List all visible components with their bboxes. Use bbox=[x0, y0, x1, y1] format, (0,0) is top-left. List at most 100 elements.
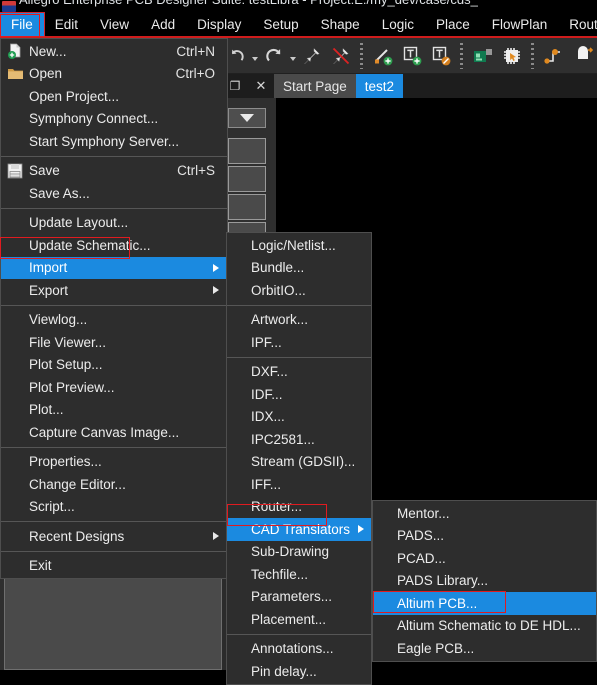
cad-item-mentor-label: Mentor... bbox=[397, 505, 450, 521]
menu-add[interactable]: Add bbox=[140, 13, 186, 36]
menu-shape[interactable]: Shape bbox=[310, 13, 371, 36]
undo-dropdown-caret-icon[interactable] bbox=[251, 41, 260, 71]
unpin-icon[interactable] bbox=[327, 41, 354, 71]
menu-item-properties-label: Properties... bbox=[29, 454, 102, 470]
import-item-bundle[interactable]: Bundle... bbox=[227, 257, 371, 280]
pin-icon[interactable] bbox=[298, 41, 325, 71]
import-item-router[interactable]: Router... bbox=[227, 496, 371, 519]
menu-item-recent-designs[interactable]: Recent Designs bbox=[1, 525, 227, 548]
import-item-parameters[interactable]: Parameters... bbox=[227, 586, 371, 609]
menu-logic[interactable]: Logic bbox=[371, 13, 425, 36]
import-item-pin-delay-label: Pin delay... bbox=[251, 663, 317, 679]
redo-icon[interactable] bbox=[261, 41, 288, 71]
cad-item-pcad[interactable]: PCAD... bbox=[373, 547, 596, 570]
add-line-icon[interactable] bbox=[369, 41, 396, 71]
import-item-logic-netlist[interactable]: Logic/Netlist... bbox=[227, 234, 371, 257]
add-text-icon[interactable] bbox=[398, 41, 425, 71]
cad-item-altium-pcb[interactable]: Altium PCB... bbox=[373, 592, 596, 615]
cad-item-mentor[interactable]: Mentor... bbox=[373, 502, 596, 525]
import-item-idx[interactable]: IDX... bbox=[227, 406, 371, 429]
import-item-cad-translators[interactable]: CAD Translators bbox=[227, 518, 371, 541]
menu-flowplan[interactable]: FlowPlan bbox=[481, 13, 559, 36]
menu-setup[interactable]: Setup bbox=[252, 13, 309, 36]
menu-separator bbox=[227, 633, 371, 635]
submenu-arrow-icon bbox=[213, 286, 219, 295]
menu-item-update-schematic[interactable]: Update Schematic... bbox=[1, 234, 227, 257]
window-title: Allegro Enterprise PCB Designer Suite: t… bbox=[19, 0, 478, 6]
edit-text-icon[interactable] bbox=[427, 41, 454, 71]
menu-item-import[interactable]: Import bbox=[1, 256, 227, 279]
menu-item-properties[interactable]: Properties... bbox=[1, 451, 227, 474]
menu-item-plot-label: Plot... bbox=[29, 402, 64, 418]
menu-item-open-project[interactable]: Open Project... bbox=[1, 85, 227, 108]
option-box-2[interactable] bbox=[228, 166, 266, 192]
tab-start-page[interactable]: Start Page bbox=[274, 74, 356, 98]
menu-separator bbox=[1, 207, 227, 209]
chevron-down-icon bbox=[240, 114, 254, 122]
cad-item-altium-pcb-label: Altium PCB... bbox=[397, 595, 478, 611]
import-item-orbitio-label: OrbitIO... bbox=[251, 282, 306, 298]
import-item-ipf[interactable]: IPF... bbox=[227, 331, 371, 354]
menu-item-export[interactable]: Export bbox=[1, 279, 227, 302]
menu-item-new[interactable]: New... Ctrl+N bbox=[1, 40, 227, 63]
menu-separator bbox=[227, 304, 371, 306]
option-box-3[interactable] bbox=[228, 194, 266, 220]
submenu-arrow-icon bbox=[213, 532, 219, 541]
import-item-techfile[interactable]: Techfile... bbox=[227, 563, 371, 586]
option-box-1[interactable] bbox=[228, 138, 266, 164]
menu-item-update-layout[interactable]: Update Layout... bbox=[1, 212, 227, 235]
submenu-arrow-icon bbox=[213, 263, 219, 272]
restore-window-icon[interactable]: ❐ bbox=[230, 79, 241, 93]
import-item-idf[interactable]: IDF... bbox=[227, 383, 371, 406]
import-item-sub-drawing[interactable]: Sub-Drawing bbox=[227, 541, 371, 564]
place-manual-icon[interactable] bbox=[569, 41, 596, 71]
cad-item-altium-schematic-to-de-hdl[interactable]: Altium Schematic to DE HDL... bbox=[373, 615, 596, 638]
menu-item-start-symphony-server-label: Start Symphony Server... bbox=[29, 133, 180, 149]
menu-item-plot-preview[interactable]: Plot Preview... bbox=[1, 376, 227, 399]
import-item-artwork[interactable]: Artwork... bbox=[227, 309, 371, 332]
tab-test2[interactable]: test2 bbox=[355, 74, 404, 98]
redo-dropdown-caret-icon[interactable] bbox=[289, 41, 298, 71]
import-item-ipc2581[interactable]: IPC2581... bbox=[227, 428, 371, 451]
import-item-ipf-label: IPF... bbox=[251, 334, 282, 350]
cad-item-eagle-pcb[interactable]: Eagle PCB... bbox=[373, 637, 596, 660]
board-geometry-icon[interactable] bbox=[469, 41, 496, 71]
menu-item-viewlog[interactable]: Viewlog... bbox=[1, 309, 227, 332]
import-item-annotations[interactable]: Annotations... bbox=[227, 638, 371, 661]
menu-display[interactable]: Display bbox=[186, 13, 252, 36]
menu-item-change-editor[interactable]: Change Editor... bbox=[1, 473, 227, 496]
import-item-placement[interactable]: Placement... bbox=[227, 608, 371, 631]
layer-dropdown[interactable] bbox=[228, 108, 266, 128]
close-tab-icon[interactable]: ✕ bbox=[256, 78, 267, 94]
component-select-icon[interactable] bbox=[498, 41, 525, 71]
cad-item-pads-library[interactable]: PADS Library... bbox=[373, 570, 596, 593]
menu-item-file-viewer[interactable]: File Viewer... bbox=[1, 331, 227, 354]
menu-item-save[interactable]: Save Ctrl+S bbox=[1, 160, 227, 183]
toolbar-separator-2 bbox=[460, 42, 464, 69]
menu-item-plot-setup[interactable]: Plot Setup... bbox=[1, 354, 227, 377]
cad-item-pads[interactable]: PADS... bbox=[373, 525, 596, 548]
net-route-icon[interactable] bbox=[540, 41, 567, 71]
menu-item-symphony-connect[interactable]: Symphony Connect... bbox=[1, 108, 227, 131]
import-item-dxf[interactable]: DXF... bbox=[227, 361, 371, 384]
menu-item-capture-canvas-image[interactable]: Capture Canvas Image... bbox=[1, 421, 227, 444]
import-item-stream-gdsii[interactable]: Stream (GDSII)... bbox=[227, 451, 371, 474]
import-submenu-popup: Logic/Netlist... Bundle... OrbitIO... Ar… bbox=[226, 232, 372, 685]
menu-item-exit[interactable]: Exit bbox=[1, 555, 227, 578]
menu-item-plot[interactable]: Plot... bbox=[1, 399, 227, 422]
lower-message-pane bbox=[4, 566, 222, 670]
cad-translators-submenu-popup: Mentor... PADS... PCAD... PADS Library..… bbox=[372, 500, 597, 662]
menu-item-start-symphony-server[interactable]: Start Symphony Server... bbox=[1, 130, 227, 153]
menu-edit[interactable]: Edit bbox=[44, 13, 89, 36]
menu-item-open[interactable]: Open Ctrl+O bbox=[1, 63, 227, 86]
import-item-pin-delay[interactable]: Pin delay... bbox=[227, 660, 371, 683]
menu-view[interactable]: View bbox=[89, 13, 140, 36]
import-item-orbitio[interactable]: OrbitIO... bbox=[227, 279, 371, 302]
menu-item-exit-label: Exit bbox=[29, 558, 52, 574]
menu-route[interactable]: Route bbox=[558, 13, 597, 36]
menu-item-save-as[interactable]: Save As... bbox=[1, 182, 227, 205]
menu-place[interactable]: Place bbox=[425, 13, 481, 36]
menu-file[interactable]: File bbox=[0, 12, 45, 37]
menu-item-script[interactable]: Script... bbox=[1, 496, 227, 519]
import-item-iff[interactable]: IFF... bbox=[227, 473, 371, 496]
